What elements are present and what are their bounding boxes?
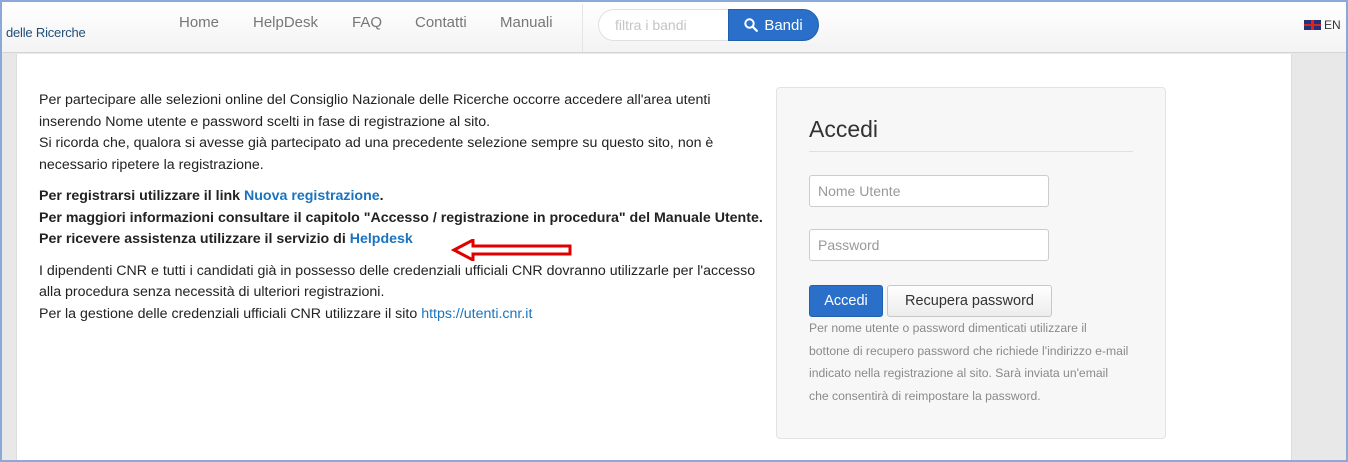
search-icon xyxy=(744,18,759,32)
top-navbar: delle Ricerche Home HelpDesk FAQ Contatt… xyxy=(2,2,1346,53)
registration-info: Per registrarsi utilizzare il link Nuova… xyxy=(39,186,769,251)
registration-suffix: . xyxy=(379,188,384,204)
manual-info-text: Per maggiori informazioni consultare il … xyxy=(39,209,763,226)
recover-password-button[interactable]: Recupera password xyxy=(887,285,1052,317)
nav-home[interactable]: Home xyxy=(179,14,219,31)
nav-manuali[interactable]: Manuali xyxy=(500,14,553,31)
language-label: EN xyxy=(1324,18,1341,32)
login-button[interactable]: Accedi xyxy=(809,285,883,317)
login-panel: Accedi Accedi Recupera password Per nome… xyxy=(776,87,1166,439)
intro-text: Per partecipare alle selezioni online de… xyxy=(39,90,769,335)
cnr-text-2: Per la gestione delle credenziali uffici… xyxy=(39,305,422,322)
new-registration-link[interactable]: Nuova registrazione xyxy=(244,188,380,204)
cnr-text-1: I dipendenti CNR e tutti i candidati già… xyxy=(39,262,756,301)
username-field[interactable] xyxy=(809,175,1049,207)
nav-faq[interactable]: FAQ xyxy=(352,14,382,31)
password-field[interactable] xyxy=(809,229,1049,261)
login-divider xyxy=(809,151,1133,152)
login-title: Accedi xyxy=(809,116,879,142)
nav-helpdesk[interactable]: HelpDesk xyxy=(253,14,318,31)
utenti-cnr-link[interactable]: https://utenti.cnr.it xyxy=(421,306,532,322)
helpdesk-link[interactable]: Helpdesk xyxy=(350,231,413,247)
brand-logo-text[interactable]: delle Ricerche xyxy=(6,25,86,40)
red-arrow-annotation xyxy=(451,239,572,261)
intro-text-1: Per partecipare alle selezioni online de… xyxy=(39,92,711,130)
uk-flag-icon xyxy=(1304,20,1321,30)
main-content: Per partecipare alle selezioni online de… xyxy=(16,54,1292,460)
language-switch[interactable]: EN xyxy=(1304,18,1341,32)
intro-paragraph: Per partecipare alle selezioni online de… xyxy=(39,90,769,176)
search-input[interactable] xyxy=(598,9,738,41)
search-button[interactable]: Bandi xyxy=(728,9,819,41)
nav-contatti[interactable]: Contatti xyxy=(415,14,467,31)
search-button-label: Bandi xyxy=(764,16,803,34)
navbar-divider xyxy=(582,4,583,52)
intro-text-2: Si ricorda che, qualora si avesse già pa… xyxy=(39,135,714,173)
registration-prefix: Per registrarsi utilizzare il link xyxy=(39,188,245,204)
login-help-text: Per nome utente o password dimenticati u… xyxy=(809,321,1129,403)
cnr-credentials-info: I dipendenti CNR e tutti i candidati già… xyxy=(39,261,769,326)
helpdesk-prefix: Per ricevere assistenza utilizzare il se… xyxy=(39,231,350,247)
